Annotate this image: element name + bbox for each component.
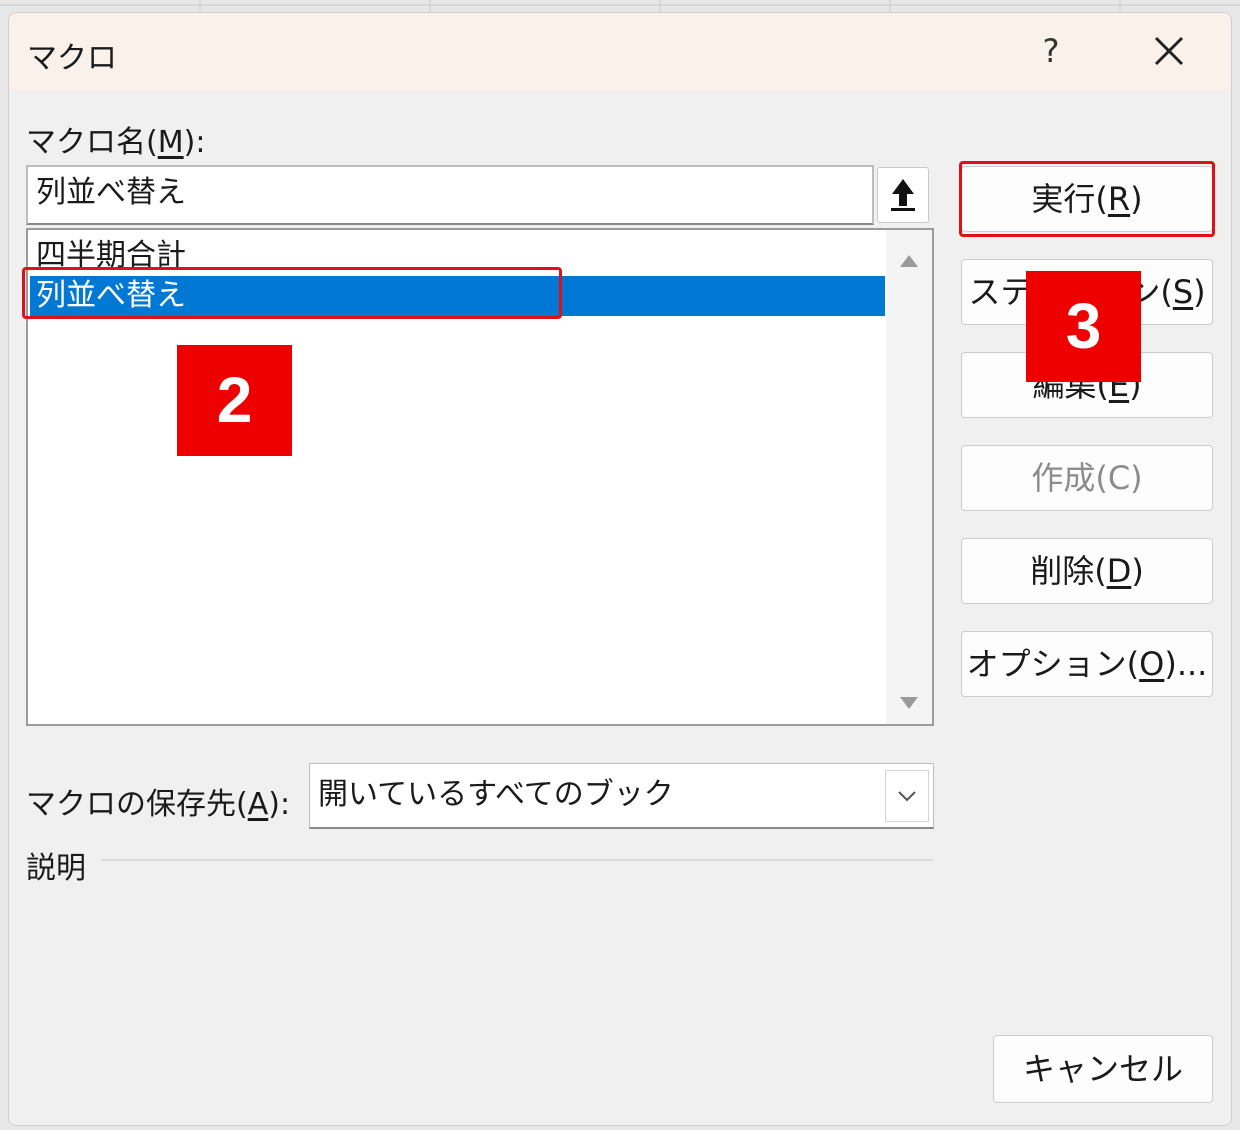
description-divider [101, 859, 933, 861]
options-button[interactable]: オプション(O)... [961, 631, 1213, 697]
highlight-selected-macro [22, 267, 562, 319]
create-button[interactable]: 作成(C) [961, 445, 1213, 511]
macro-dialog: マクロ ? マクロ名(M): 列並べ替え 四半期合計 列並べ替え 2 実行(R)… [8, 12, 1232, 1126]
step-badge-2: 2 [177, 345, 292, 456]
cancel-button[interactable]: キャンセル [993, 1035, 1213, 1103]
close-icon [1154, 36, 1184, 66]
description-label: 説明 [26, 851, 86, 886]
macro-name-label: マクロ名(M): [26, 125, 206, 160]
step-badge-3: 3 [1026, 271, 1141, 382]
help-button[interactable]: ? [1031, 29, 1071, 73]
scroll-up-icon[interactable] [899, 254, 919, 268]
dropdown-button[interactable] [885, 770, 929, 822]
save-in-label: マクロの保存先(A): [26, 787, 291, 822]
macro-name-up-button[interactable] [877, 167, 929, 223]
save-in-value: 開いているすべてのブック [318, 777, 674, 812]
save-in-dropdown[interactable]: 開いているすべてのブック [309, 763, 934, 829]
delete-button[interactable]: 削除(D) [961, 538, 1213, 604]
description-text [26, 883, 934, 983]
upload-arrow-icon [891, 179, 915, 211]
close-button[interactable] [1147, 29, 1191, 73]
chevron-down-icon [898, 791, 916, 802]
dialog-title: マクロ [27, 41, 117, 76]
macro-name-input[interactable]: 列並べ替え [26, 165, 874, 225]
title-bar: マクロ ? [9, 13, 1231, 91]
scroll-down-icon[interactable] [899, 696, 919, 710]
highlight-run-button [959, 161, 1215, 237]
list-scrollbar[interactable] [886, 230, 932, 724]
